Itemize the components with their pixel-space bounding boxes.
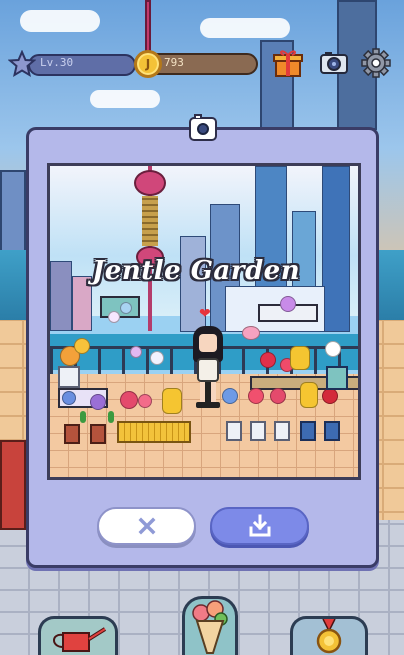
flower-pot [90,424,106,444]
leaf [80,411,86,423]
coin-symbol: J [145,57,151,71]
close-button[interactable] [97,507,196,545]
flower [260,352,276,368]
building [0,170,26,260]
flower [322,388,338,404]
flower-pot [226,421,242,441]
flower-pot [274,421,290,441]
cloud [200,18,290,38]
star-icon [8,50,36,78]
flower [130,346,142,358]
flower [138,394,152,408]
flower-pot [58,366,80,388]
flower [248,388,264,404]
photo-title: Jentle Garden [92,256,301,286]
flower-basket [117,421,191,443]
leaf [108,411,114,423]
character-shoes [196,402,220,408]
flower-pot [64,424,80,444]
gear-icon[interactable] [360,47,392,79]
watering-can-icon [53,627,107,652]
photo-preview: Jentle Garden ❤ [47,163,361,480]
coin-counter: 793 J [134,50,258,78]
flower-pot [300,421,316,441]
character-face [199,334,217,352]
cloud [90,90,160,108]
camera-icon [189,114,217,141]
character-body [197,358,219,382]
gift-box-icon[interactable] [272,47,304,79]
flower [242,326,260,340]
flower [108,311,120,323]
close-x-icon [138,517,155,535]
stall [0,440,26,530]
flower-bouquet-slot[interactable] [182,596,238,655]
flower [270,388,286,404]
camera-icon[interactable] [318,47,350,79]
watering-can-button[interactable] [38,616,118,655]
character-legs [200,382,216,402]
flower-pot [250,421,266,441]
save-download-button[interactable] [210,507,309,545]
tower-sphere [134,170,166,196]
flower [120,391,138,409]
flower [280,296,296,312]
skyscraper [322,166,350,332]
flower [90,394,106,410]
camera-bump [194,114,202,118]
cloud [20,10,100,32]
flower-pot [324,421,340,441]
flower-bouquet-icon [192,600,228,654]
heart-icon: ❤ [199,306,211,322]
flower [74,338,90,354]
medal-icon [316,618,342,654]
coin-icon: J [134,50,162,78]
download-icon [249,514,270,537]
player-character: ❤ [191,306,225,410]
flower [120,302,132,314]
flower [62,391,76,405]
building [72,276,92,331]
achievements-button[interactable] [290,616,368,655]
flower [325,341,341,357]
camera-lens [197,123,209,135]
flower [162,388,182,414]
flower [290,346,310,370]
coin-amount: 793 [164,56,184,69]
building [50,261,72,331]
level-label: Lv.30 [40,56,74,69]
tower-column [142,196,158,246]
flower [300,382,318,408]
flower [150,351,164,365]
flower-pot [326,366,348,390]
